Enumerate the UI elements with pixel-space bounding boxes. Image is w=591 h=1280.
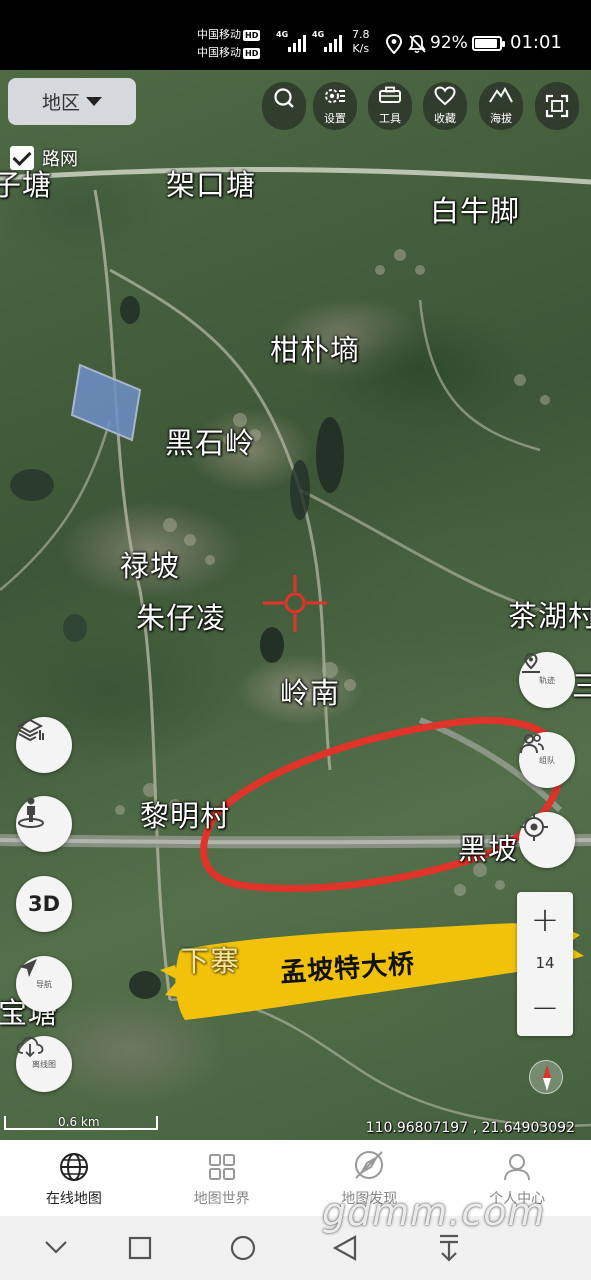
grid-icon xyxy=(208,1154,235,1180)
mountain-icon xyxy=(489,86,513,103)
navigation-arrow-icon xyxy=(19,959,37,977)
clock: 01:01 xyxy=(510,32,562,53)
globe-icon xyxy=(59,1153,88,1181)
control-label: 导航 xyxy=(36,979,52,989)
control-label: 轨迹 xyxy=(539,675,555,685)
region-button-label: 地区 xyxy=(41,92,80,114)
region-select-button[interactable]: 地区 xyxy=(8,78,136,125)
layers-icon xyxy=(16,718,44,742)
cloud-download-icon xyxy=(16,1036,44,1058)
carrier-2: 中国移动 xyxy=(197,46,241,59)
network-type-2: 4G xyxy=(312,30,325,39)
place-label: 下寨 xyxy=(180,944,241,978)
place-label: 禄坡 xyxy=(120,549,181,583)
zoom-out-button[interactable]: − xyxy=(517,986,573,1030)
location-icon xyxy=(385,34,403,54)
heart-icon xyxy=(434,86,456,106)
back-triangle-icon[interactable] xyxy=(332,1235,357,1261)
zoom-control: + 14 − xyxy=(517,892,573,1036)
toolbar-label: 设置 xyxy=(324,112,346,125)
settings-icon xyxy=(325,89,345,103)
toolbar-label: 海拔 xyxy=(490,112,512,125)
status-bar: 中国移动 HD 中国移动 HD 4G 4G 7.8 K/s 92% 01:01 xyxy=(0,0,591,70)
3d-button[interactable]: 3D xyxy=(16,876,72,932)
street-view-button[interactable] xyxy=(16,796,72,852)
home-circle-icon[interactable] xyxy=(230,1235,256,1261)
place-label: 黑石岭 xyxy=(165,426,256,460)
team-button[interactable]: 组队 xyxy=(519,732,575,788)
favorites-button[interactable]: 收藏 xyxy=(423,82,467,130)
battery-fill xyxy=(475,39,498,48)
pull-down-icon[interactable] xyxy=(440,1234,458,1262)
speed-value: 7.8 xyxy=(352,28,370,41)
compass-discover-icon xyxy=(355,1151,384,1179)
carrier-info: 中国移动 HD 中国移动 HD xyxy=(197,26,261,62)
place-label: 柑朴墒 xyxy=(270,333,361,367)
road-network-checkbox[interactable] xyxy=(10,146,34,170)
track-button[interactable]: 轨迹 xyxy=(519,652,575,708)
toolbar-label: 收藏 xyxy=(434,112,456,125)
navigation-button[interactable]: 导航 xyxy=(16,956,72,1012)
layers-button[interactable] xyxy=(16,717,72,773)
tab-online-map[interactable]: 在线地图 xyxy=(0,1140,148,1216)
dropdown-triangle-icon xyxy=(86,97,102,106)
watermark: gdmm.com xyxy=(322,1190,546,1234)
place-label: 朱仔凌 xyxy=(136,601,227,635)
locate-crosshair-icon xyxy=(520,813,548,841)
3d-label: 3D xyxy=(27,892,61,916)
control-label: 组队 xyxy=(539,755,555,765)
fullscreen-icon xyxy=(545,94,569,118)
recents-square-icon[interactable] xyxy=(128,1236,152,1260)
toolbox-icon xyxy=(379,86,401,103)
offline-map-button[interactable]: 离线图 xyxy=(16,1036,72,1092)
track-pin-icon xyxy=(522,652,540,673)
place-label: 三 xyxy=(572,669,591,703)
search-button[interactable] xyxy=(262,82,306,130)
compass-button[interactable] xyxy=(529,1060,563,1094)
collapse-chevron-icon[interactable] xyxy=(45,1241,67,1254)
compass-icon xyxy=(543,1065,551,1091)
place-label: 黎明村 xyxy=(140,799,231,833)
place-label: 岭南 xyxy=(280,676,341,710)
toolbar-label: 工具 xyxy=(379,112,401,125)
user-icon xyxy=(504,1154,531,1181)
speed-unit: K/s xyxy=(352,42,370,55)
zoom-level: 14 xyxy=(535,954,555,972)
network-speed: 7.8 K/s xyxy=(352,28,370,56)
place-label: 架口塘 xyxy=(166,168,257,202)
map-view[interactable]: 子塘 架口塘 白牛脚 柑朴墒 黑石岭 禄坡 朱仔凌 茶湖村 岭南 黎明村 黑坡 … xyxy=(0,70,591,1140)
road-network-label: 路网 xyxy=(42,149,78,170)
place-label: 白牛脚 xyxy=(430,194,521,228)
settings-button[interactable]: 设置 xyxy=(313,82,357,130)
scale-label: 0.6 km xyxy=(58,1115,100,1129)
place-label: 茶湖村 xyxy=(508,599,591,633)
tab-label: 在线地图 xyxy=(45,1191,102,1207)
network-type-1: 4G xyxy=(276,30,289,39)
search-icon xyxy=(274,88,294,108)
control-label: 离线图 xyxy=(32,1059,56,1069)
battery-icon xyxy=(472,36,505,51)
tab-map-world[interactable]: 地图世界 xyxy=(148,1140,296,1216)
road-network-toggle[interactable]: 路网 xyxy=(10,145,78,171)
team-icon xyxy=(520,734,544,754)
hd-badge-1: HD xyxy=(243,29,261,41)
battery-percent: 92% xyxy=(430,33,468,53)
fullscreen-button[interactable] xyxy=(535,82,579,130)
locate-button[interactable] xyxy=(519,812,575,868)
carrier-1: 中国移动 xyxy=(197,28,241,41)
person-pin-icon xyxy=(18,797,44,828)
hd-badge-2: HD xyxy=(243,47,261,59)
tab-label: 地图世界 xyxy=(193,1191,250,1207)
mute-bell-icon xyxy=(408,35,426,54)
zoom-in-button[interactable]: + xyxy=(517,898,573,942)
signal-icon-1: 4G xyxy=(276,30,308,52)
altitude-button[interactable]: 海拔 xyxy=(479,82,523,130)
coordinates-readout: 110.96807197 , 21.64903092 xyxy=(365,1120,575,1136)
place-label: 黑坡 xyxy=(458,832,519,866)
signal-icon-2: 4G xyxy=(312,30,344,52)
tools-button[interactable]: 工具 xyxy=(368,82,412,130)
